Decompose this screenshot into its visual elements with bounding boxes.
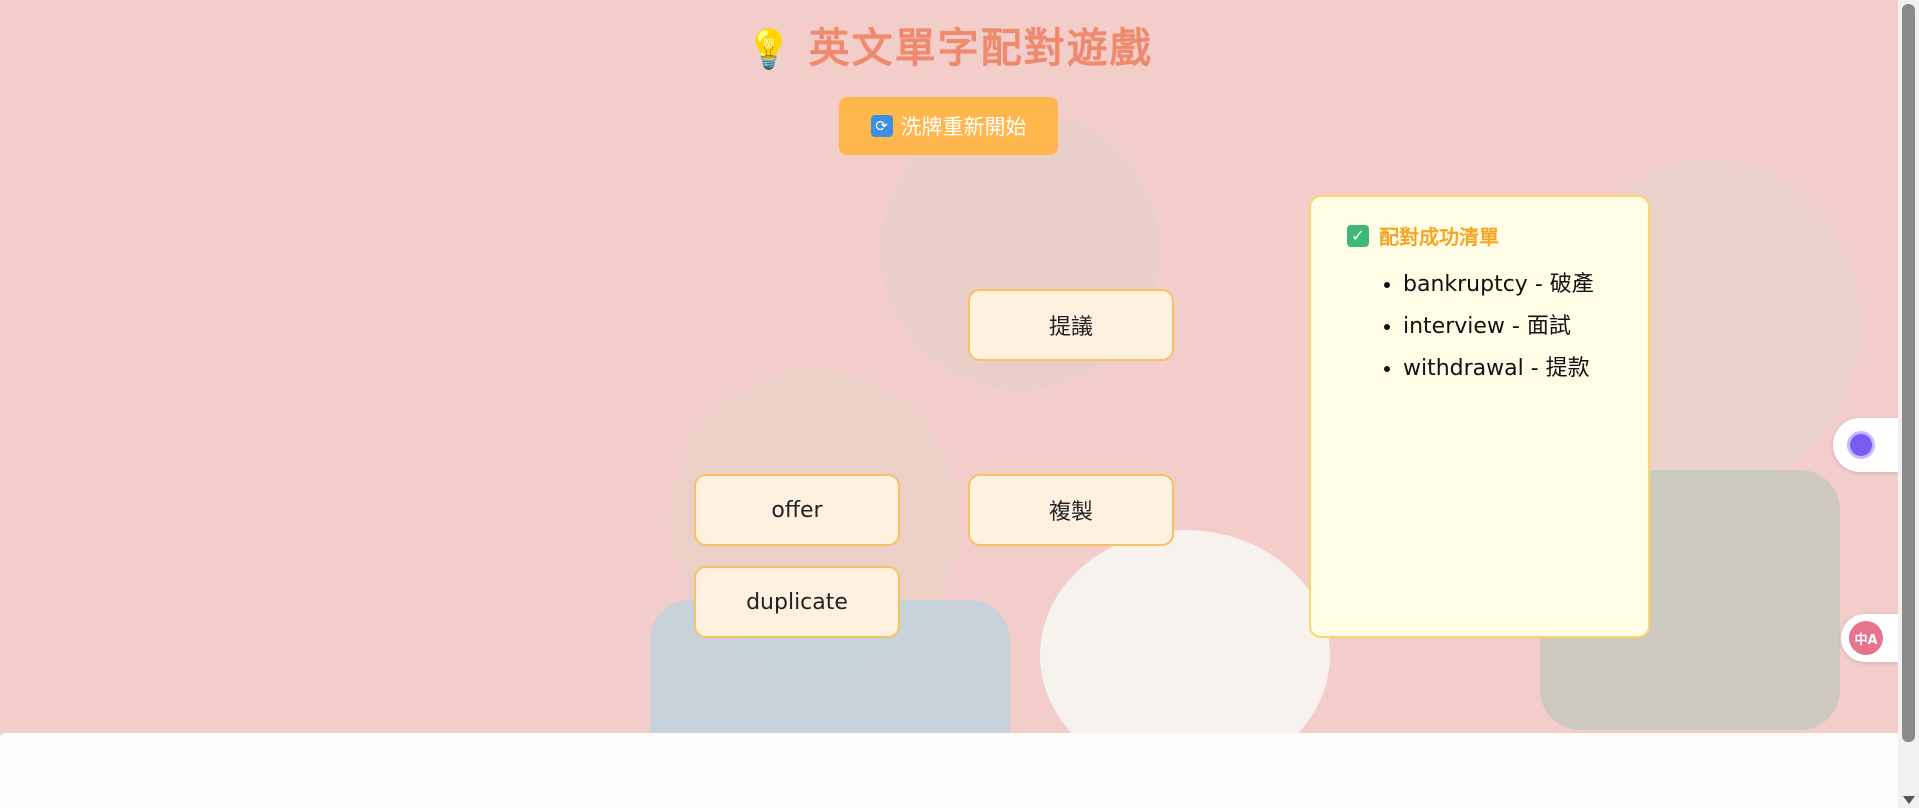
shuffle-button-label: 洗牌重新開始 (900, 115, 1027, 139)
checkmark-icon: ✓ (1347, 224, 1369, 247)
matched-item: interview - 面試 (1403, 306, 1612, 348)
lightbulb-icon: 💡 (745, 27, 795, 71)
matched-item: bankruptcy - 破產 (1403, 264, 1612, 306)
shuffle-restart-button[interactable]: ⟳ 洗牌重新開始 (839, 97, 1058, 155)
scrollbar-thumb[interactable] (1902, 4, 1915, 742)
word-card[interactable]: 提議 (968, 289, 1174, 361)
extension-widget[interactable] (1833, 418, 1898, 472)
refresh-icon: ⟳ (870, 115, 893, 137)
translate-widget[interactable]: 中A (1841, 614, 1898, 662)
matched-list-title: 配對成功清單 (1379, 225, 1499, 249)
word-card[interactable]: duplicate (694, 566, 900, 638)
word-card[interactable]: offer (694, 474, 900, 546)
scroll-down-arrow-icon[interactable] (1903, 796, 1915, 804)
bug-icon (1847, 431, 1875, 459)
page-title-text: 英文單字配對遊戲 (808, 24, 1153, 72)
vertical-scrollbar[interactable] (1898, 0, 1919, 808)
matched-item: withdrawal - 提款 (1403, 348, 1612, 390)
page-title: 💡 英文單字配對遊戲 (0, 14, 1898, 74)
matched-list-header: ✓ 配對成功清單 (1347, 221, 1612, 250)
matched-list-panel: ✓ 配對成功清單 bankruptcy - 破產 interview - 面試 … (1309, 195, 1650, 638)
translate-icon: 中A (1849, 621, 1883, 655)
matched-list: bankruptcy - 破產 interview - 面試 withdrawa… (1347, 264, 1612, 390)
word-card[interactable]: 複製 (968, 474, 1174, 546)
